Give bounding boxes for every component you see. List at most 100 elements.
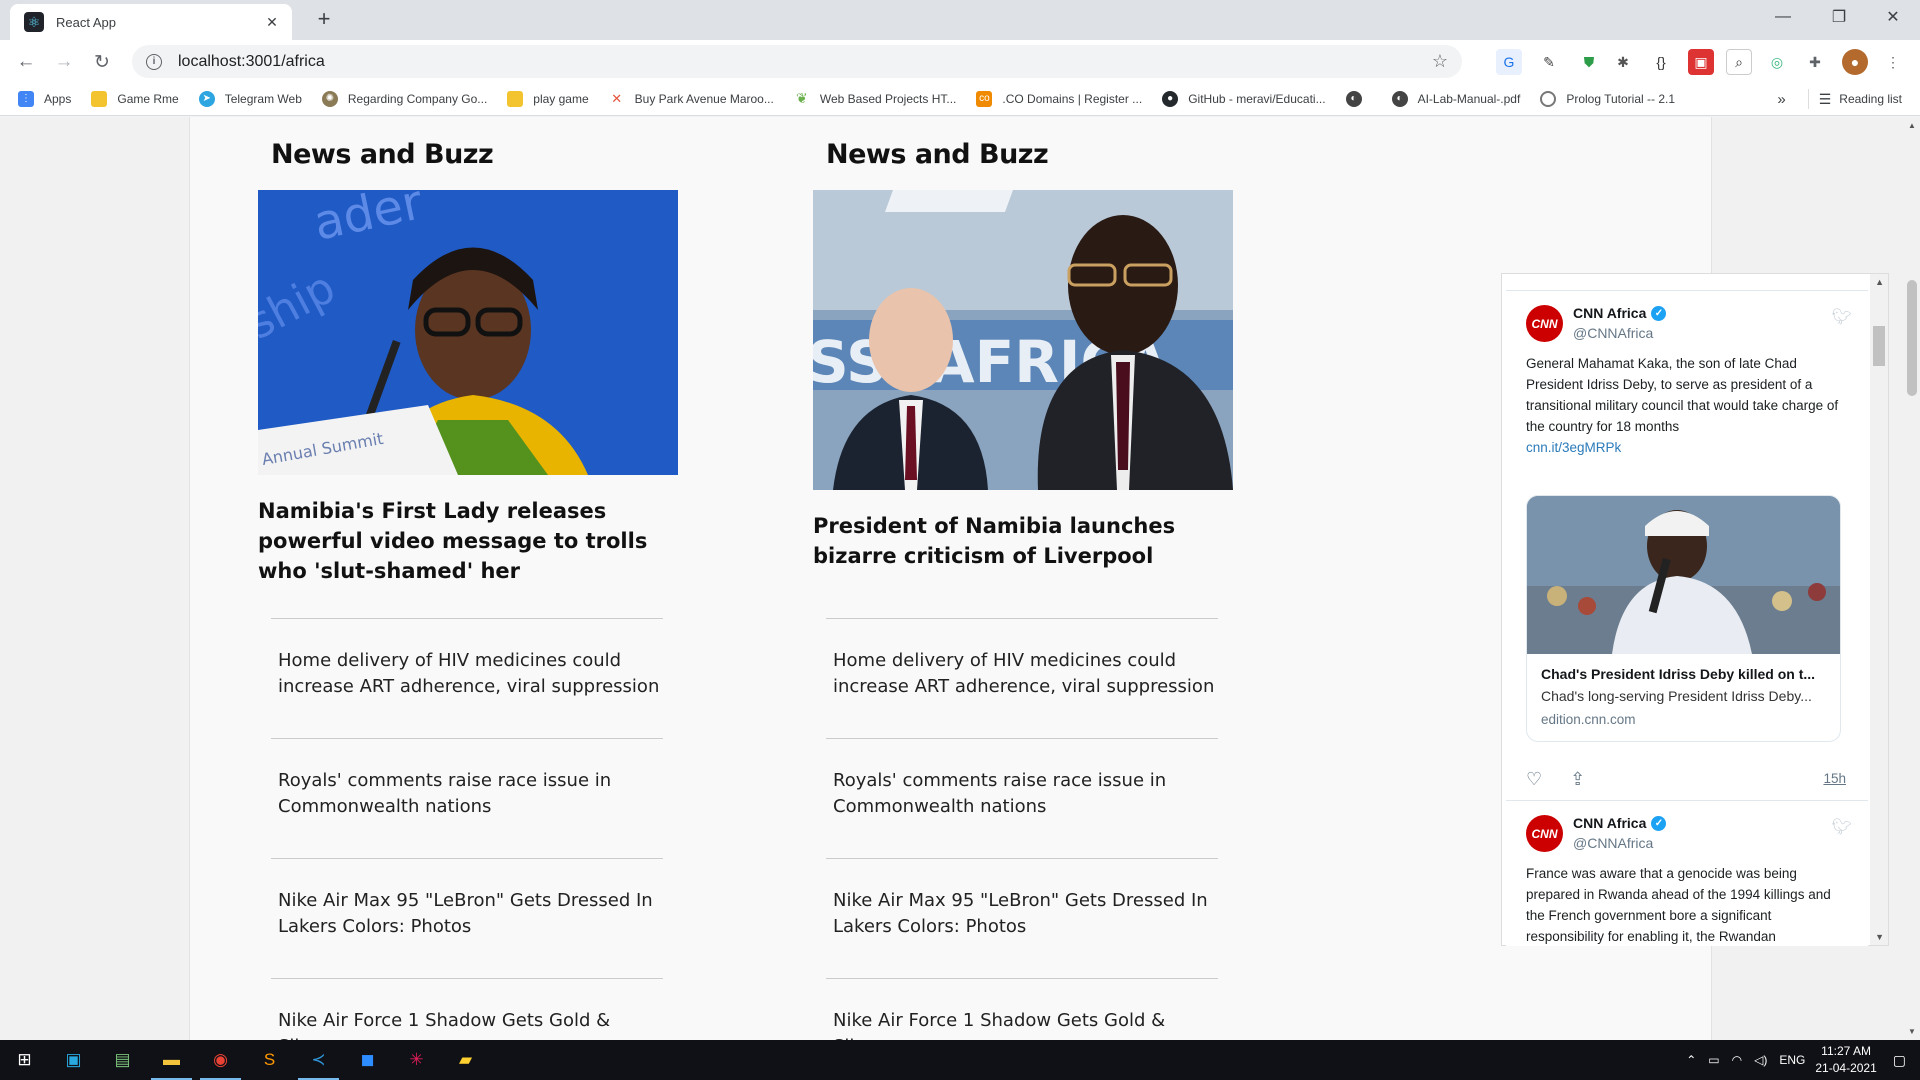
bookmark-item[interactable]: ◐ AI-Lab-Manual-.pdf — [1391, 90, 1520, 107]
chrome-icon[interactable]: ◉ — [196, 1040, 245, 1080]
forward-button[interactable]: → — [50, 48, 78, 76]
news-headline[interactable]: President of Namibia launches bizarre cr… — [813, 511, 1233, 571]
browser-tab[interactable]: ⚛ React App ✕ — [10, 4, 292, 40]
minimize-icon[interactable]: — — [1754, 0, 1812, 34]
clock-time: 11:27 AM — [1821, 1044, 1871, 1058]
circle-extension-icon[interactable]: ◎ — [1764, 49, 1790, 75]
google-translate-icon[interactable]: G — [1496, 49, 1522, 75]
tab-close-icon[interactable]: ✕ — [262, 14, 282, 31]
news-headline[interactable]: Namibia's First Lady releases powerful v… — [258, 496, 678, 586]
extensions-puzzle-icon[interactable]: ✚ — [1802, 49, 1828, 75]
scroll-up-icon[interactable]: ▲ — [1908, 121, 1916, 130]
news-image[interactable]: SSI AFRICA — [813, 190, 1233, 490]
tweet[interactable]: CNN CNN Africa ✓ @CNNAfrica 🐦︎ France was… — [1506, 800, 1868, 946]
close-window-icon[interactable]: ✕ — [1864, 0, 1920, 34]
back-button[interactable]: ← — [12, 48, 40, 76]
cnn-avatar[interactable]: CNN — [1526, 305, 1563, 342]
news-image[interactable]: ader ship Annual Summit — [258, 190, 678, 475]
cnn-avatar[interactable]: CNN — [1526, 815, 1563, 852]
bookmark-item[interactable]: ❦ Web Based Projects HT... — [794, 90, 956, 107]
list-item[interactable]: Royals' comments raise race issue in Com… — [271, 738, 663, 858]
json-extension-icon[interactable]: {} — [1648, 49, 1674, 75]
bookmark-star-icon[interactable]: ☆ — [1432, 51, 1448, 72]
leaf-icon: ❦ — [795, 90, 808, 106]
bookmark-item[interactable]: play game — [507, 90, 589, 107]
windows-start-icon[interactable]: ⊞ — [0, 1040, 49, 1080]
tweet-author-name[interactable]: CNN Africa ✓ — [1573, 305, 1667, 321]
list-item[interactable]: Nike Air Force 1 Shadow Gets Gold & Silv… — [271, 978, 663, 1040]
search-extension-icon[interactable]: ⌕ — [1726, 49, 1752, 75]
bookmarks-overflow-button[interactable]: » — [1777, 91, 1785, 108]
volume-icon[interactable]: ◁) — [1754, 1053, 1767, 1067]
list-item[interactable]: Home delivery of HIV medicines could inc… — [826, 618, 1218, 738]
list-item[interactable]: Home delivery of HIV medicines could inc… — [271, 618, 663, 738]
taskbar-clock[interactable]: 11:27 AM 21-04-2021 — [1815, 1043, 1876, 1077]
tweet-link[interactable]: cnn.it/3egMRPk — [1526, 440, 1621, 455]
reading-list-button[interactable]: Reading list — [1839, 92, 1902, 106]
battery-icon[interactable]: ▭ — [1708, 1053, 1719, 1067]
like-heart-icon[interactable]: ♡ — [1526, 769, 1542, 790]
profile-avatar-icon[interactable]: ● — [1842, 49, 1868, 75]
tweet-author-name[interactable]: CNN Africa ✓ — [1573, 815, 1667, 831]
tray-chevron-icon[interactable]: ⌃ — [1686, 1053, 1696, 1067]
red-extension-icon[interactable]: ▣ — [1688, 49, 1714, 75]
bookmark-item[interactable]: ➤ Telegram Web — [198, 90, 302, 107]
page-scrollbar-thumb[interactable] — [1907, 280, 1917, 396]
twitter-timeline-widget[interactable]: ▲ ▼ CNN CNN Africa ✓ @CNNAfrica 🐦︎ Genera… — [1501, 273, 1889, 946]
apps-grid-icon: ⋮ — [18, 90, 34, 107]
site-info-icon[interactable]: i — [146, 53, 162, 70]
list-item[interactable]: Nike Air Force 1 Shadow Gets Gold & Silv… — [826, 978, 1218, 1040]
list-item[interactable]: Nike Air Max 95 "LeBron" Gets Dressed In… — [826, 858, 1218, 978]
notification-icon[interactable]: ▢ — [1893, 1052, 1906, 1069]
bookmarks-bar: ⋮ Apps Game Rme ➤ Telegram Web ✺ Regarding … — [0, 82, 1920, 116]
tweet[interactable]: CNN CNN Africa ✓ @CNNAfrica 🐦︎ General Ma… — [1506, 290, 1868, 800]
scroll-down-icon[interactable]: ▼ — [1908, 1027, 1916, 1036]
bookmark-item[interactable]: co .CO Domains | Register ... — [976, 90, 1142, 107]
notepad-icon[interactable]: ▤ — [98, 1040, 147, 1080]
address-bar[interactable]: i localhost:3001/africa ☆ — [132, 45, 1462, 78]
file-explorer-icon[interactable]: ▬ — [147, 1040, 196, 1080]
language-indicator[interactable]: ENG — [1779, 1053, 1805, 1067]
folder-icon — [507, 90, 524, 107]
bookmark-item[interactable]: ◐ — [1345, 90, 1372, 107]
seal-icon: ✺ — [321, 90, 338, 107]
vscode-icon[interactable]: ≺ — [294, 1040, 343, 1080]
shield-extension-icon[interactable]: ⛊ — [1576, 49, 1602, 75]
eyedropper-extension-icon[interactable]: ✎ — [1536, 49, 1562, 75]
bookmark-item[interactable]: ✺ Regarding Company Go... — [321, 90, 487, 107]
new-tab-button[interactable]: + — [310, 6, 338, 32]
bookmark-item[interactable]: ● GitHub - meravi/Educati... — [1162, 90, 1326, 107]
windows-explorer-icon[interactable]: ▣ — [49, 1040, 98, 1080]
tweet-timestamp[interactable]: 15h — [1823, 771, 1846, 786]
tweet-handle[interactable]: @CNNAfrica — [1573, 325, 1666, 341]
list-item[interactable]: Nike Air Max 95 "LeBron" Gets Dressed In… — [271, 858, 663, 978]
reload-button[interactable]: ↻ — [88, 48, 116, 76]
tweet-handle[interactable]: @CNNAfrica — [1573, 835, 1666, 851]
bookmark-item[interactable]: Prolog Tutorial -- 2.1 — [1540, 90, 1675, 107]
share-icon[interactable]: ⇪ — [1570, 769, 1585, 790]
list-item[interactable]: Royals' comments raise race issue in Com… — [826, 738, 1218, 858]
sticky-notes-icon[interactable]: ▰ — [441, 1040, 490, 1080]
twitter-bird-icon[interactable]: 🐦︎ — [1832, 307, 1852, 327]
scrollbar-thumb[interactable] — [1873, 326, 1885, 366]
first-lady-photo: ader ship Annual Summit — [258, 190, 678, 475]
link-preview-card[interactable]: Chad's President Idriss Deby killed on t… — [1526, 495, 1841, 742]
timeline-scrollbar[interactable]: ▲ ▼ — [1870, 274, 1888, 945]
zoom-icon[interactable]: ◼ — [343, 1040, 392, 1080]
browser-menu-icon[interactable]: ⋮ — [1880, 49, 1906, 75]
scroll-down-icon[interactable]: ▼ — [1875, 932, 1884, 942]
restore-icon[interactable]: ❐ — [1810, 0, 1868, 34]
bookmark-item[interactable]: Game Rme — [91, 90, 179, 107]
bug-extension-icon[interactable]: ✱ — [1610, 49, 1636, 75]
folder-icon — [91, 90, 108, 107]
twitter-bird-icon[interactable]: 🐦︎ — [1832, 817, 1852, 837]
bookmark-item[interactable]: ✕ Buy Park Avenue Maroo... — [609, 91, 774, 107]
wifi-icon[interactable]: ◠ — [1732, 1053, 1742, 1067]
news-list: Home delivery of HIV medicines could inc… — [271, 618, 663, 1040]
sublime-text-icon[interactable]: S — [245, 1040, 294, 1080]
slack-icon[interactable]: ✳ — [392, 1040, 441, 1080]
url-text[interactable]: localhost:3001/africa — [178, 53, 325, 71]
page-scrollbar[interactable]: ▲ ▼ — [1904, 117, 1920, 1040]
bookmark-item[interactable]: ⋮ Apps — [18, 90, 71, 107]
scroll-up-icon[interactable]: ▲ — [1875, 277, 1884, 287]
